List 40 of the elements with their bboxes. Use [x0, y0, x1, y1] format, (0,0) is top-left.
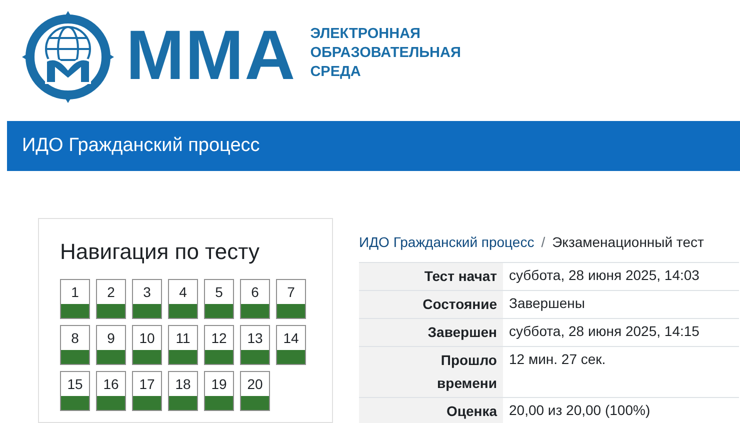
question-button[interactable]: 8: [60, 325, 90, 365]
question-button[interactable]: 13: [240, 325, 270, 365]
logo-subtitle: СРЕДА: [310, 63, 362, 82]
question-button[interactable]: 9: [96, 325, 126, 365]
question-button[interactable]: 16: [96, 371, 126, 411]
question-button[interactable]: 11: [168, 325, 198, 365]
question-button[interactable]: 15: [60, 371, 90, 411]
row-value: 20,00 из 20,00 (100%): [503, 398, 739, 423]
panel-title: Навигация по тесту: [60, 239, 260, 265]
question-button[interactable]: 7: [276, 279, 306, 319]
question-button[interactable]: 17: [132, 371, 162, 411]
breadcrumb-current: Экзаменационный тест: [552, 234, 704, 250]
row-value: 12 мин. 27 сек.: [503, 346, 739, 398]
question-button[interactable]: 4: [168, 279, 198, 319]
question-button[interactable]: 20: [240, 371, 270, 411]
breadcrumb-separator: /: [541, 234, 546, 250]
row-value: Завершены: [503, 290, 739, 318]
question-button[interactable]: 12: [204, 325, 234, 365]
question-button[interactable]: 1: [60, 279, 90, 319]
row-value: суббота, 28 июня 2025, 14:03: [503, 262, 739, 290]
row-label: Тест начат: [359, 262, 503, 290]
breadcrumb-link[interactable]: ИДО Гражданский процесс: [359, 234, 534, 250]
row-value: суббота, 28 июня 2025, 14:15: [503, 318, 739, 346]
question-button[interactable]: 14: [276, 325, 306, 365]
question-button[interactable]: 5: [204, 279, 234, 319]
row-label: Завершен: [359, 318, 503, 346]
logo-subtitle: ОБРАЗОВАТЕЛЬНАЯ: [310, 44, 461, 63]
question-button[interactable]: 3: [132, 279, 162, 319]
question-button[interactable]: 6: [240, 279, 270, 319]
logo-subtitle: ЭЛЕКТРОННАЯ: [310, 25, 422, 44]
question-button[interactable]: 18: [168, 371, 198, 411]
row-label: Оценка: [359, 398, 503, 423]
logo-title: ММА: [126, 20, 296, 90]
row-label: Состояние: [359, 290, 503, 318]
question-button[interactable]: 19: [204, 371, 234, 411]
logo-icon: [22, 10, 114, 102]
question-button[interactable]: 10: [132, 325, 162, 365]
row-label: Прошло времени: [359, 346, 503, 398]
question-button[interactable]: 2: [96, 279, 126, 319]
course-title: ИДО Гражданский процесс: [22, 135, 260, 157]
